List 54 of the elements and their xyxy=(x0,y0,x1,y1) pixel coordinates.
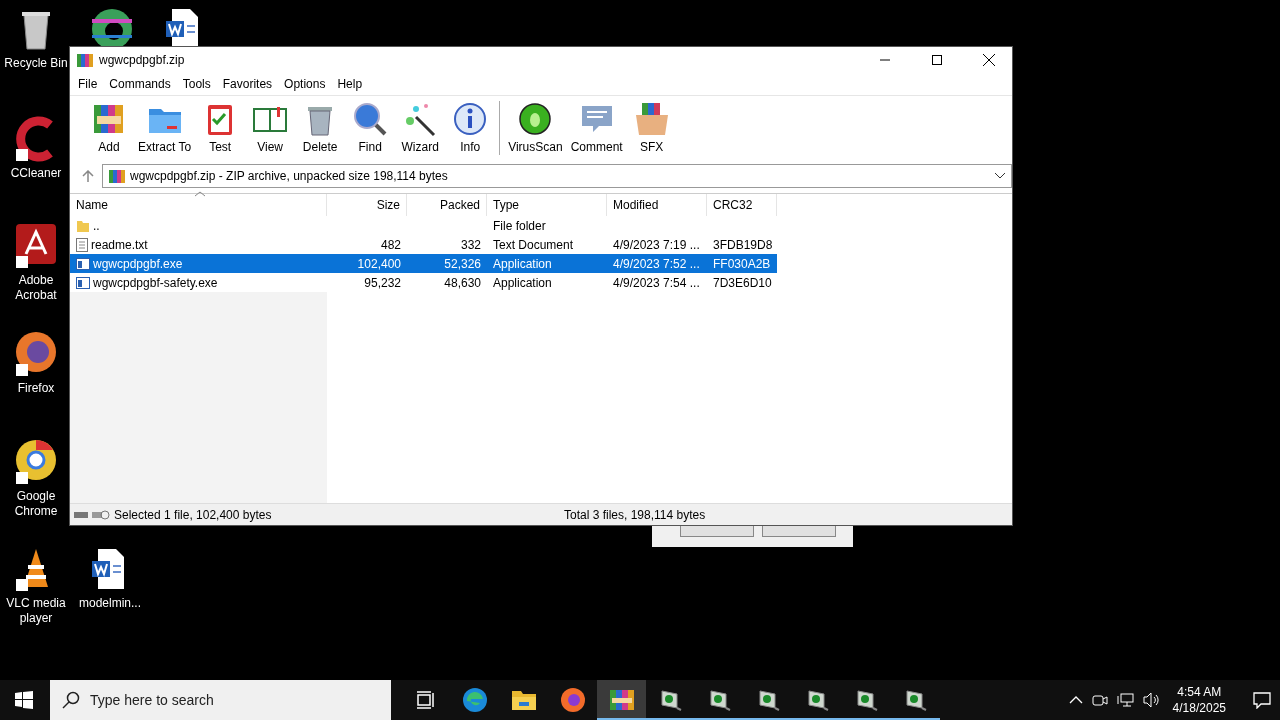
table-cell-text: 52,326 xyxy=(443,256,482,271)
status-text: Selected 1 file, 102,400 bytes xyxy=(113,507,273,522)
menu-item[interactable]: Options xyxy=(278,77,332,91)
toolbar-button[interactable]: Delete xyxy=(295,101,346,154)
file-name: readme.txt xyxy=(91,237,149,252)
window-title: wgwcpdpgbf.zip xyxy=(99,53,186,67)
table-cell-text: File folder xyxy=(492,218,547,233)
toolbar-button[interactable]: Info xyxy=(445,101,496,154)
table-cell-text: 4/9/2023 7:19 ... xyxy=(612,237,701,252)
file-row[interactable]: .. File folder xyxy=(70,216,777,235)
file-name: wgwcpdpgbf.exe xyxy=(93,256,184,271)
table-cell-text: FF030A2B xyxy=(712,256,772,271)
menu-item[interactable]: File xyxy=(72,77,104,91)
toolbar-button[interactable]: Wizard xyxy=(395,101,446,154)
table-cell-text: 95,232 xyxy=(363,275,402,290)
toolbar-button[interactable]: VirusScan xyxy=(504,101,567,154)
status-text: Total 3 files, 198,114 bytes xyxy=(564,507,707,522)
toolbar-button[interactable]: View xyxy=(245,101,296,154)
toolbar-button[interactable]: SFX xyxy=(626,101,677,154)
clock-date[interactable]: 4/18/2025 xyxy=(1172,700,1226,716)
path-field[interactable]: wgwcpdpgbf.zip - ZIP archive, unpacked size 198,114 bytes xyxy=(102,164,1012,188)
file-name: wgwcpdpgbf-safety.exe xyxy=(93,275,219,290)
menu-item[interactable]: Commands xyxy=(103,77,177,91)
desktop-icon-label[interactable]: CCleaner xyxy=(10,166,62,181)
file-row[interactable]: wgwcpdpgbf-safety.exe 95,232 48,630 Application 4/9/2023 7:54 ... 7D3E6D10 xyxy=(70,273,777,292)
table-cell-text: 4/9/2023 7:52 ... xyxy=(612,256,701,271)
file-name: .. xyxy=(93,218,101,233)
table-cell-text: Text Document xyxy=(492,237,575,252)
table-cell-text: Application xyxy=(492,256,553,271)
table-cell-text: 4/9/2023 7:54 ... xyxy=(612,275,701,290)
file-row[interactable]: readme.txt 482 332 Text Document 4/9/2023 7:19 ... 3FDB19D8 xyxy=(70,235,777,254)
desktop-icon-label[interactable]: Firefox xyxy=(17,381,55,396)
desktop-icon-label[interactable]: modelmin... xyxy=(79,596,141,611)
toolbar-button[interactable]: Extract To xyxy=(134,101,196,154)
toolbar-button[interactable]: Test xyxy=(195,101,246,154)
table-cell-text: 3FDB19D8 xyxy=(712,237,774,252)
desktop-icon-label[interactable]: Recycle Bin xyxy=(4,56,68,71)
table-cell-text: 7D3E6D10 xyxy=(712,275,773,290)
menu-item[interactable]: Help xyxy=(331,77,369,91)
desktop-icon-label[interactable]: Google Chrome xyxy=(0,489,72,519)
desktop-icon-label[interactable]: Adobe Acrobat xyxy=(0,273,72,303)
menu-item[interactable]: Tools xyxy=(176,77,217,91)
table-cell-text: 48,630 xyxy=(443,275,482,290)
file-row[interactable]: wgwcpdpgbf.exe 102,400 52,326 Application 4/9/2023 7:52 ... FF030A2B xyxy=(70,254,777,273)
table-cell-text: 102,400 xyxy=(356,256,402,271)
table-cell-text: Application xyxy=(492,275,553,290)
menu-item[interactable]: Favorites xyxy=(216,77,279,91)
clock-time[interactable]: 4:54 AM xyxy=(1177,684,1222,700)
toolbar-button[interactable]: Comment xyxy=(566,101,627,154)
toolbar-button[interactable]: Add xyxy=(84,101,134,154)
table-cell-text: 482 xyxy=(379,237,402,252)
desktop-icon-label[interactable]: VLC media player xyxy=(0,596,72,626)
toolbar-button[interactable]: Find xyxy=(345,101,396,154)
table-cell-text: 332 xyxy=(459,237,482,252)
